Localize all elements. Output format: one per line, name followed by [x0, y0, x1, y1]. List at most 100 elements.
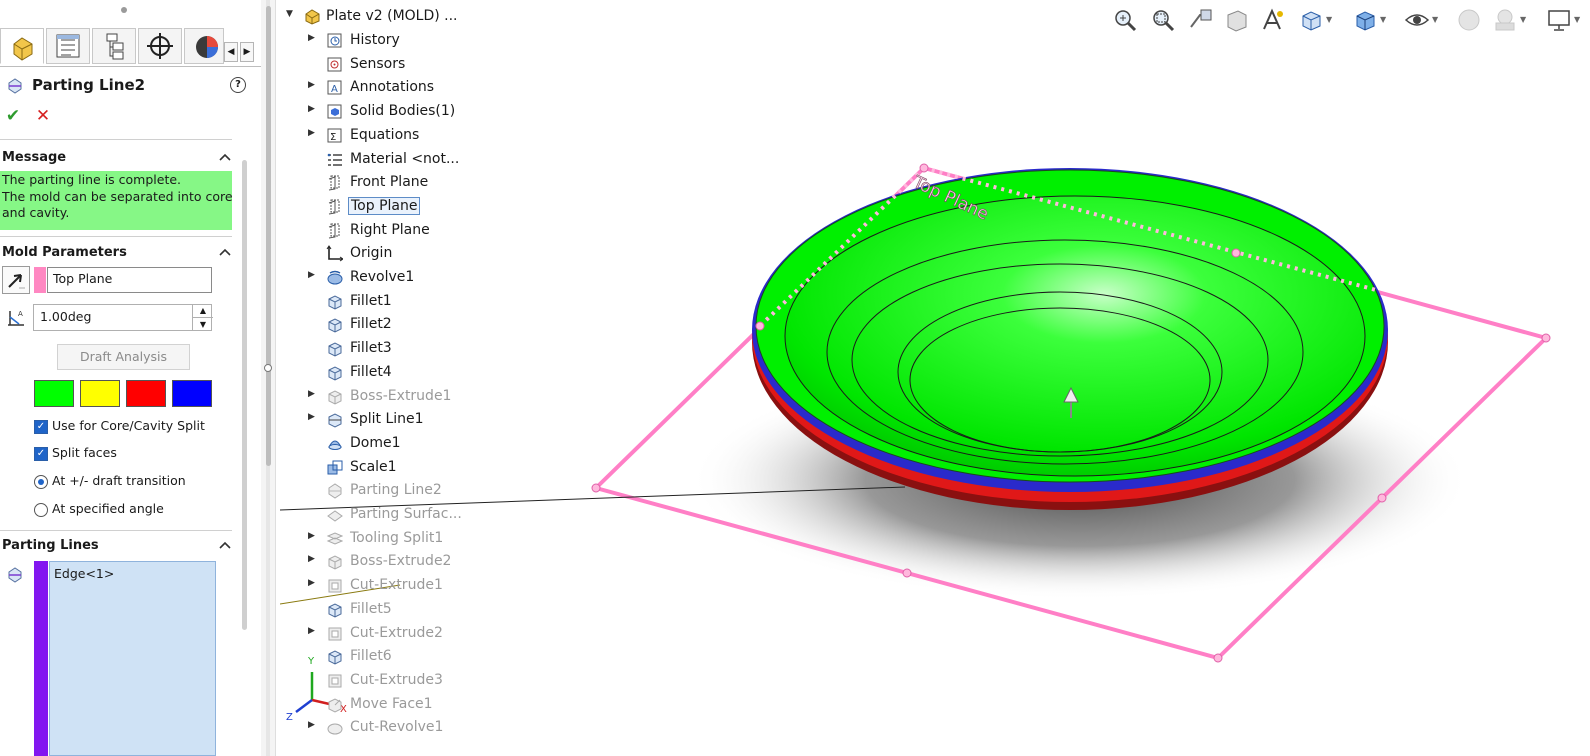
chevron-right-icon[interactable]: ▶ — [308, 128, 315, 138]
message-section-title: Message — [2, 150, 67, 165]
tree-scrollbar-thumb[interactable] — [266, 6, 271, 466]
tree-item-label: History — [350, 32, 400, 48]
chevron-up-icon[interactable] — [218, 150, 232, 164]
message-line: and cavity. — [2, 205, 70, 220]
tree-item-label: Annotations — [350, 79, 435, 96]
tree-item-label: Fillet4 — [350, 363, 392, 380]
plane-handle[interactable] — [919, 163, 929, 173]
splitter-handle[interactable] — [264, 364, 272, 372]
chevron-right-icon[interactable]: ▶ — [308, 389, 315, 399]
dynamic-annotation-icon[interactable] — [1260, 7, 1286, 33]
plane-icon — [328, 223, 340, 239]
chevron-right-icon[interactable]: ▶ — [308, 270, 315, 280]
parting-lines-list[interactable]: Edge<1> — [49, 561, 216, 756]
chevron-right-icon[interactable]: ▶ — [308, 33, 315, 43]
chevron-right-icon[interactable]: ▶ — [308, 412, 315, 422]
plane-handle[interactable] — [591, 483, 601, 493]
view-settings-icon[interactable] — [1546, 7, 1572, 33]
chevron-down-icon[interactable]: ▼ — [1326, 15, 1332, 24]
spin-down-icon[interactable]: ▼ — [193, 317, 213, 331]
specified-angle-radio[interactable] — [34, 503, 48, 517]
tab-feature-manager[interactable] — [0, 28, 44, 64]
help-icon[interactable]: ? — [230, 77, 246, 93]
apply-scene-icon[interactable] — [1492, 7, 1518, 33]
reverse-direction-button[interactable] — [2, 266, 30, 294]
extrude-icon — [328, 555, 342, 570]
draft-angle-spinner[interactable]: ▲ ▼ — [192, 304, 213, 331]
draft-transition-radio[interactable] — [34, 475, 48, 489]
tree-item-label: Right Plane — [350, 221, 430, 238]
chevron-right-icon[interactable]: ▶ — [308, 80, 315, 90]
tabs-scroll-left[interactable]: ◀ — [224, 42, 238, 62]
feature-title: Parting Line2 — [32, 76, 146, 94]
draft-angle-input[interactable]: 1.00deg — [33, 304, 212, 331]
panel-splitter[interactable] — [261, 0, 276, 756]
chevron-right-icon[interactable]: ▶ — [308, 578, 315, 588]
tree-root-label: Plate v2 (MOLD) ... — [326, 8, 458, 24]
chevron-right-icon[interactable]: ▶ — [308, 720, 315, 730]
feature-title-row: Parting Line2 ? — [0, 70, 261, 100]
tree-item-label: Tooling Split1 — [350, 529, 444, 546]
edit-appearance-icon[interactable] — [1456, 7, 1482, 33]
chevron-right-icon[interactable]: ▶ — [308, 554, 315, 564]
chevron-down-icon[interactable]: ▼ — [1380, 15, 1386, 24]
configuration-manager-icon — [106, 33, 124, 60]
requires-draft-color[interactable] — [80, 380, 120, 407]
tab-property-manager[interactable] — [46, 28, 90, 64]
chevron-right-icon[interactable]: ▶ — [308, 104, 315, 114]
use-core-cavity-split-checkbox[interactable]: ✓ — [34, 420, 48, 434]
chevron-up-icon[interactable] — [218, 245, 232, 259]
cut-extrude-icon — [328, 627, 342, 640]
plane-icon — [328, 175, 340, 191]
direction-reference-field[interactable]: Top Plane — [47, 267, 212, 293]
list-item[interactable]: Edge<1> — [54, 566, 215, 581]
tree-item-label: Top Plane — [348, 196, 421, 215]
draft-analysis-button[interactable]: Draft Analysis — [57, 344, 190, 370]
previous-view-icon[interactable] — [1188, 7, 1214, 33]
chevron-right-icon[interactable]: ▶ — [308, 626, 315, 636]
tabs-scroll-right[interactable]: ▶ — [240, 42, 254, 62]
spin-up-icon[interactable]: ▲ — [193, 304, 213, 317]
chevron-right-icon: ▶ — [243, 47, 251, 57]
fillet-icon — [328, 295, 342, 310]
view-orientation-icon[interactable] — [1298, 7, 1324, 33]
plane-handle[interactable] — [902, 568, 912, 578]
plane-handle[interactable] — [1231, 248, 1241, 258]
straddle-faces-color[interactable] — [172, 380, 212, 407]
svg-text:Σ: Σ — [330, 132, 336, 143]
parting-line-icon — [328, 483, 342, 499]
ok-button[interactable]: ✔ — [3, 106, 23, 126]
tab-configuration-manager[interactable] — [92, 28, 136, 64]
chevron-down-icon[interactable]: ▼ — [1520, 15, 1526, 24]
cancel-button[interactable]: ✕ — [33, 106, 53, 126]
display-style-icon[interactable] — [1352, 7, 1378, 33]
chevron-up-icon[interactable] — [218, 538, 232, 552]
plane-handle[interactable] — [755, 321, 765, 331]
bowl-inner[interactable] — [784, 195, 1366, 477]
tree-item-label: Front Plane — [350, 174, 429, 191]
parting-surface-icon — [327, 510, 343, 522]
hide-show-items-icon[interactable] — [1404, 7, 1430, 33]
tree-item-label: Fillet2 — [350, 316, 392, 333]
split-faces-checkbox[interactable]: ✓ — [34, 447, 48, 461]
tree-item-label: Cut-Extrude2 — [350, 624, 443, 641]
zoom-to-area-icon[interactable] — [1150, 7, 1176, 33]
split-faces-label: Split faces — [52, 445, 117, 460]
plane-handle[interactable] — [1541, 333, 1551, 343]
tab-display-manager[interactable] — [184, 28, 224, 64]
chevron-right-icon[interactable]: ▶ — [308, 531, 315, 541]
positive-draft-color[interactable] — [34, 380, 74, 407]
section-view-icon[interactable] — [1224, 7, 1250, 33]
chevron-down-icon[interactable]: ▼ — [1574, 15, 1580, 24]
tab-dimxpert-manager[interactable] — [138, 28, 182, 64]
property-manager-scrollbar[interactable] — [242, 160, 247, 630]
panel-grip[interactable] — [121, 7, 127, 13]
plane-handle[interactable] — [1213, 653, 1223, 663]
negative-draft-color[interactable] — [126, 380, 166, 407]
zoom-to-fit-icon[interactable] — [1112, 7, 1138, 33]
chevron-down-icon[interactable]: ▼ — [1432, 15, 1438, 24]
annotations-icon: A — [327, 80, 342, 95]
dome-icon — [328, 440, 342, 450]
chevron-down-icon[interactable]: ▼ — [286, 9, 293, 19]
plane-handle[interactable] — [1377, 493, 1387, 503]
